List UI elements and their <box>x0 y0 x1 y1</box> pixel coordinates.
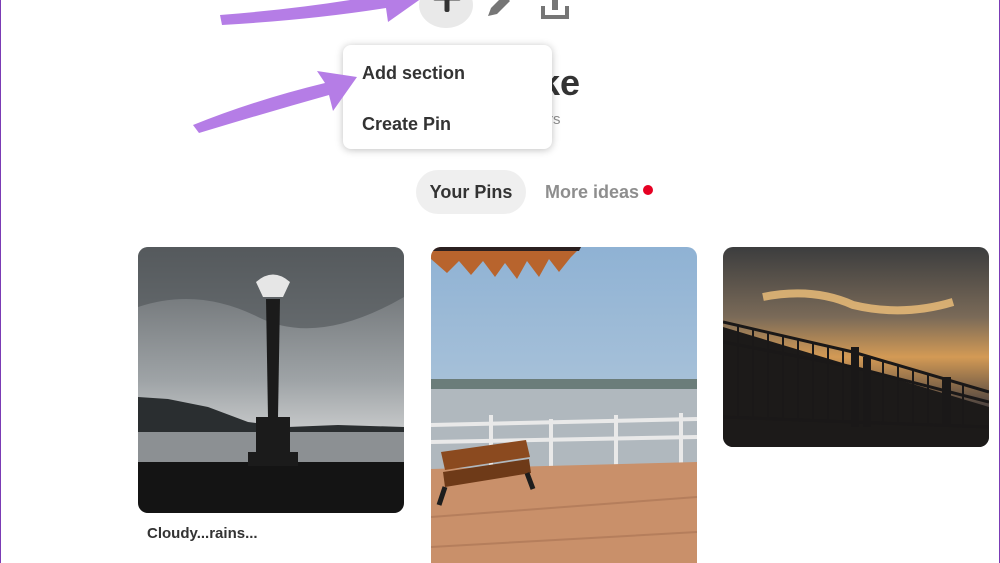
tab-more-ideas[interactable]: More ideas <box>545 182 639 203</box>
pin-image-fence-sunset <box>723 247 989 447</box>
add-dropdown-menu: Add section Create Pin <box>343 45 552 149</box>
window-border-left <box>0 0 1 563</box>
pin-card-fence-sunset[interactable] <box>723 247 989 447</box>
annotation-arrow-icon <box>220 0 420 25</box>
pin-card-bench[interactable] <box>431 247 697 563</box>
create-pin-item[interactable]: Create Pin <box>362 114 451 135</box>
pin-card-lamp-post[interactable] <box>138 247 404 513</box>
notification-dot <box>643 185 653 195</box>
pin-caption: Cloudy...rains... <box>147 525 258 542</box>
add-section-item[interactable]: Add section <box>362 63 465 84</box>
pin-image-bench <box>431 247 697 563</box>
pin-image-lamp-post <box>138 247 404 513</box>
share-icon[interactable] <box>539 0 571 20</box>
pencil-icon[interactable] <box>484 0 514 20</box>
tab-your-pins[interactable]: Your Pins <box>416 170 526 214</box>
plus-icon[interactable] <box>433 0 461 12</box>
annotation-arrow-icon <box>193 71 357 133</box>
